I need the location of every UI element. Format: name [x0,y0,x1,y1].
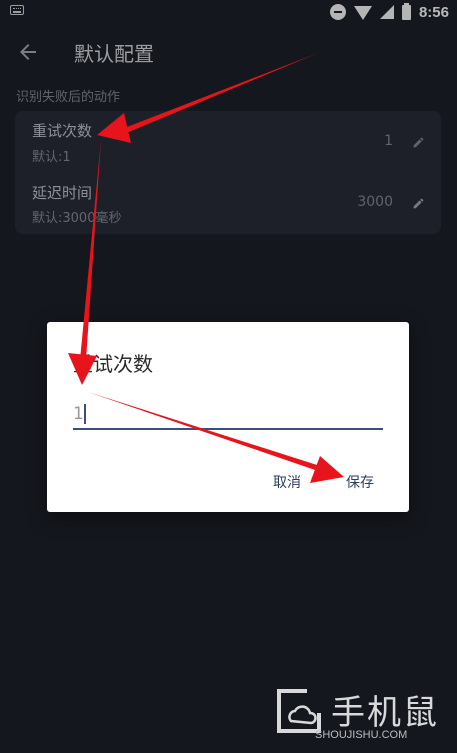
annotation-arrow-head [310,456,344,483]
watermark-name: 手机鼠 [331,693,439,733]
annotation-arrow-head [68,353,97,385]
watermark: 手机鼠 SHOUJISHU.COM [273,683,443,743]
watermark-url: SHOUJISHU.COM [315,729,408,741]
annotation-arrow-head [97,113,131,143]
annotation-arrows [68,53,344,483]
annotation-arrow [122,53,318,134]
annotation-arrow [80,140,101,360]
watermark-logo-icon [277,689,321,733]
annotation-arrow [88,392,317,470]
